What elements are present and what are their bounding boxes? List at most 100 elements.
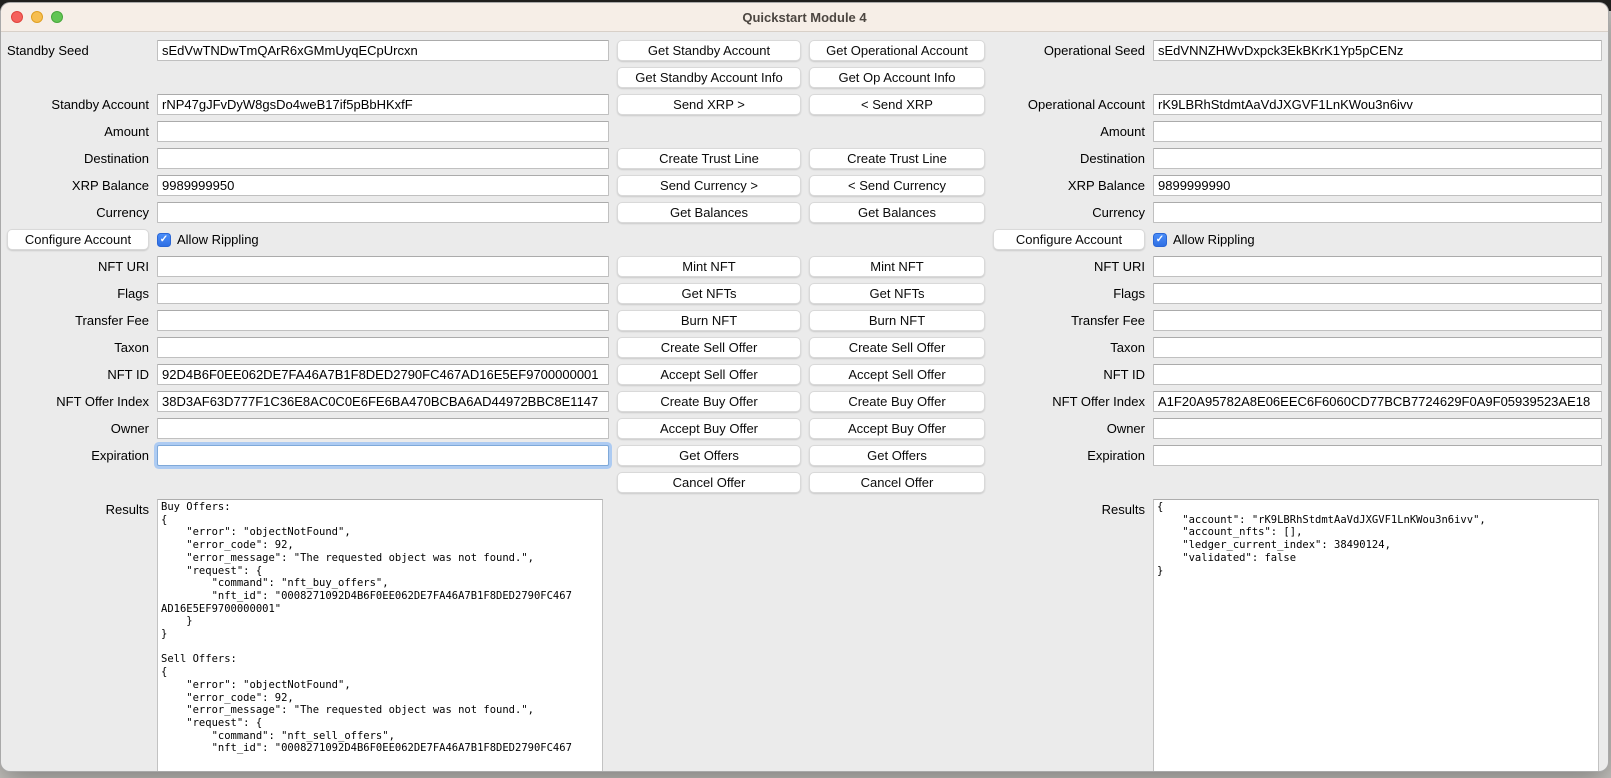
standby-xrp-balance-label: XRP Balance	[7, 175, 149, 196]
op-create-buy-offer-button[interactable]: Create Buy Offer	[809, 391, 985, 412]
window-title: Quickstart Module 4	[742, 10, 866, 25]
op-get-offers-button[interactable]: Get Offers	[809, 445, 985, 466]
standby-transfer-fee-input[interactable]	[157, 310, 609, 331]
op-destination-input[interactable]	[1153, 148, 1602, 169]
op-flags-input[interactable]	[1153, 283, 1602, 304]
standby-allow-rippling-checkbox[interactable]: ✓	[157, 233, 171, 247]
standby-create-trust-line-button[interactable]: Create Trust Line	[617, 148, 801, 169]
standby-cancel-offer-button[interactable]: Cancel Offer	[617, 472, 801, 493]
standby-nft-offer-index-label: NFT Offer Index	[7, 391, 149, 412]
standby-get-offers-button[interactable]: Get Offers	[617, 445, 801, 466]
standby-get-nfts-button[interactable]: Get NFTs	[617, 283, 801, 304]
standby-account-label: Standby Account	[7, 94, 149, 115]
op-results-output[interactable]: { "account": "rK9LBRhStdmtAaVdJXGVF1LnKW…	[1153, 499, 1599, 772]
standby-accept-sell-offer-button[interactable]: Accept Sell Offer	[617, 364, 801, 385]
standby-currency-label: Currency	[7, 202, 149, 223]
op-owner-input[interactable]	[1153, 418, 1602, 439]
standby-allow-rippling-label: Allow Rippling	[177, 232, 259, 247]
standby-transfer-fee-label: Transfer Fee	[7, 310, 149, 331]
standby-results-output[interactable]: Buy Offers: { "error": "objectNotFound",…	[157, 499, 603, 772]
send-xrp-to-standby-button[interactable]: < Send XRP	[809, 94, 985, 115]
op-accept-buy-offer-button[interactable]: Accept Buy Offer	[809, 418, 985, 439]
op-allow-rippling-checkbox[interactable]: ✓	[1153, 233, 1167, 247]
op-get-balances-button[interactable]: Get Balances	[809, 202, 985, 223]
standby-nft-id-input[interactable]	[157, 364, 609, 385]
op-results-label: Results	[993, 499, 1145, 772]
standby-results-text: Buy Offers: { "error": "objectNotFound",…	[161, 501, 599, 755]
op-transfer-fee-label: Transfer Fee	[993, 310, 1145, 331]
op-nft-id-label: NFT ID	[993, 364, 1145, 385]
get-operational-account-button[interactable]: Get Operational Account	[809, 40, 985, 61]
standby-seed-input[interactable]	[157, 40, 609, 61]
minimize-button[interactable]	[31, 11, 43, 23]
op-taxon-label: Taxon	[993, 337, 1145, 358]
standby-allow-rippling: ✓ Allow Rippling	[157, 229, 609, 250]
standby-configure-account-button[interactable]: Configure Account	[7, 229, 149, 250]
standby-currency-input[interactable]	[157, 202, 609, 223]
op-cancel-offer-button[interactable]: Cancel Offer	[809, 472, 985, 493]
titlebar[interactable]: Quickstart Module 4	[1, 3, 1608, 32]
standby-nft-offer-index-input[interactable]	[157, 391, 609, 412]
op-nft-uri-input[interactable]	[1153, 256, 1602, 277]
checkmark-icon: ✓	[1156, 235, 1164, 245]
op-transfer-fee-input[interactable]	[1153, 310, 1602, 331]
op-accept-sell-offer-button[interactable]: Accept Sell Offer	[809, 364, 985, 385]
get-standby-account-info-button[interactable]: Get Standby Account Info	[617, 67, 801, 88]
op-allow-rippling: ✓ Allow Rippling	[1153, 229, 1602, 250]
standby-xrp-balance-input[interactable]	[157, 175, 609, 196]
send-currency-to-operational-button[interactable]: Send Currency >	[617, 175, 801, 196]
op-currency-input[interactable]	[1153, 202, 1602, 223]
standby-taxon-label: Taxon	[7, 337, 149, 358]
op-nft-id-input[interactable]	[1153, 364, 1602, 385]
standby-flags-label: Flags	[7, 283, 149, 304]
zoom-button[interactable]	[51, 11, 63, 23]
op-mint-nft-button[interactable]: Mint NFT	[809, 256, 985, 277]
op-burn-nft-button[interactable]: Burn NFT	[809, 310, 985, 331]
op-amount-label: Amount	[993, 121, 1145, 142]
standby-mint-nft-button[interactable]: Mint NFT	[617, 256, 801, 277]
op-xrp-balance-input[interactable]	[1153, 175, 1602, 196]
standby-nft-id-label: NFT ID	[7, 364, 149, 385]
op-expiration-input[interactable]	[1153, 445, 1602, 466]
standby-expiration-input[interactable]	[157, 445, 609, 466]
get-op-account-info-button[interactable]: Get Op Account Info	[809, 67, 985, 88]
op-taxon-input[interactable]	[1153, 337, 1602, 358]
get-standby-account-button[interactable]: Get Standby Account	[617, 40, 801, 61]
op-amount-input[interactable]	[1153, 121, 1602, 142]
operational-seed-input[interactable]	[1153, 40, 1602, 61]
send-xrp-to-operational-button[interactable]: Send XRP >	[617, 94, 801, 115]
app-window: Quickstart Module 4 Standby Seed Standby…	[0, 2, 1609, 772]
op-currency-label: Currency	[993, 202, 1145, 223]
op-xrp-balance-label: XRP Balance	[993, 175, 1145, 196]
standby-account-input[interactable]	[157, 94, 609, 115]
standby-accept-buy-offer-button[interactable]: Accept Buy Offer	[617, 418, 801, 439]
standby-create-sell-offer-button[interactable]: Create Sell Offer	[617, 337, 801, 358]
standby-expiration-label: Expiration	[7, 445, 149, 466]
standby-get-balances-button[interactable]: Get Balances	[617, 202, 801, 223]
op-configure-account-button[interactable]: Configure Account	[993, 229, 1145, 250]
op-nft-uri-label: NFT URI	[993, 256, 1145, 277]
send-currency-to-standby-button[interactable]: < Send Currency	[809, 175, 985, 196]
standby-owner-input[interactable]	[157, 418, 609, 439]
close-button[interactable]	[11, 11, 23, 23]
standby-results-label: Results	[7, 499, 149, 772]
traffic-lights	[11, 11, 63, 23]
standby-amount-input[interactable]	[157, 121, 609, 142]
standby-create-buy-offer-button[interactable]: Create Buy Offer	[617, 391, 801, 412]
op-create-sell-offer-button[interactable]: Create Sell Offer	[809, 337, 985, 358]
standby-owner-label: Owner	[7, 418, 149, 439]
op-nft-offer-index-input[interactable]	[1153, 391, 1602, 412]
operational-account-label: Operational Account	[993, 94, 1145, 115]
main-content: Standby Seed Standby Account Amount Dest…	[1, 32, 1608, 772]
standby-taxon-input[interactable]	[157, 337, 609, 358]
standby-nft-uri-input[interactable]	[157, 256, 609, 277]
standby-burn-nft-button[interactable]: Burn NFT	[617, 310, 801, 331]
operational-account-input[interactable]	[1153, 94, 1602, 115]
standby-destination-input[interactable]	[157, 148, 609, 169]
standby-seed-label: Standby Seed	[7, 40, 149, 61]
op-get-nfts-button[interactable]: Get NFTs	[809, 283, 985, 304]
standby-flags-input[interactable]	[157, 283, 609, 304]
op-owner-label: Owner	[993, 418, 1145, 439]
op-flags-label: Flags	[993, 283, 1145, 304]
op-create-trust-line-button[interactable]: Create Trust Line	[809, 148, 985, 169]
